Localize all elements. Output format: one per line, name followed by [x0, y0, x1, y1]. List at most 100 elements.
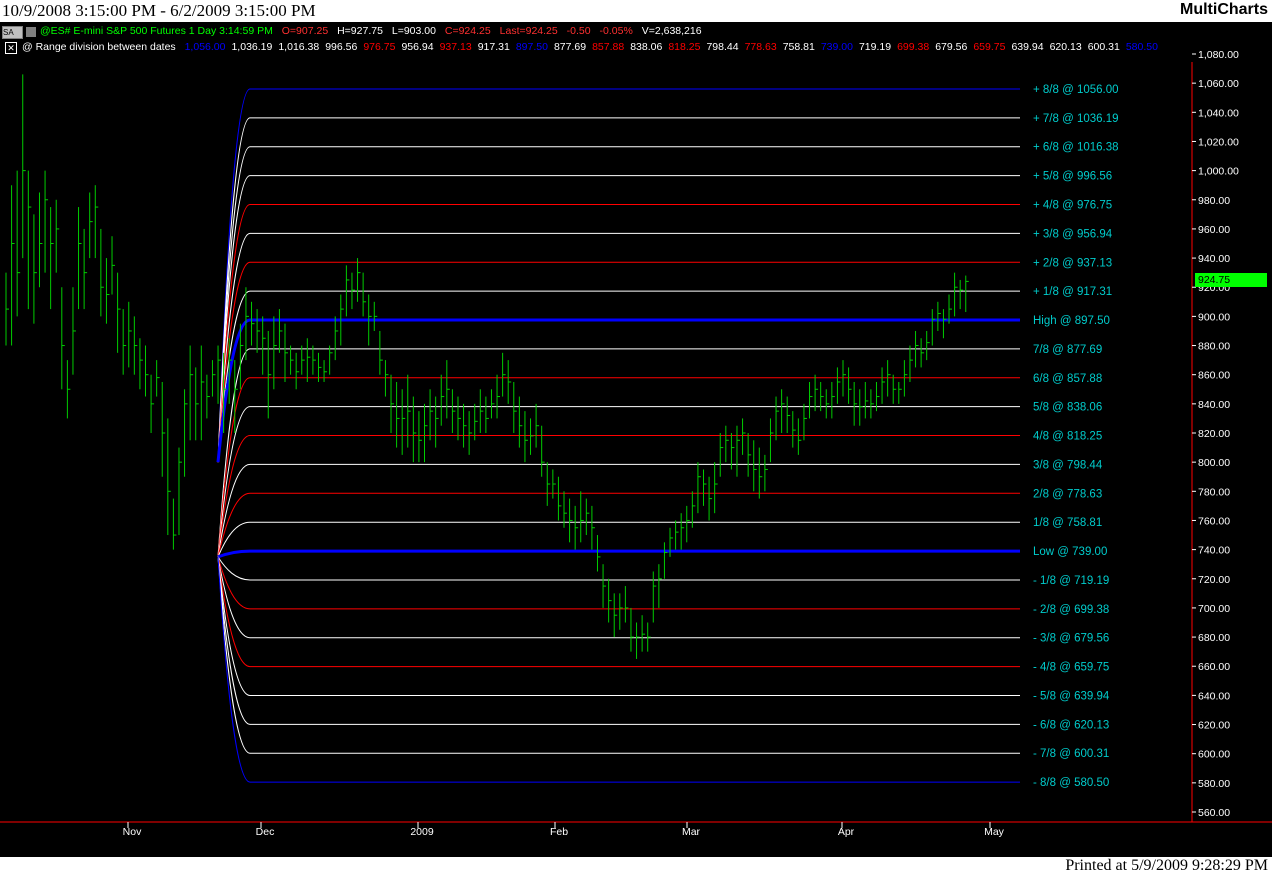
study-value: 778.63 [744, 41, 777, 53]
level-label: Low @ 739.00 [1033, 546, 1107, 558]
y-tick-label: 800.00 [1198, 457, 1230, 469]
y-tick-label: 560.00 [1198, 807, 1230, 819]
y-tick-label: 700.00 [1198, 603, 1230, 615]
y-tick-label: 600.00 [1198, 749, 1230, 761]
chart-svg[interactable]: + 8/8 @ 1056.00 + 7/8 @ 1036.19 + 6/8 @ 10… [0, 22, 1272, 857]
y-tick-label: 900.00 [1198, 311, 1230, 323]
study-value: 956.94 [401, 41, 434, 53]
ohlc-open: O=907.25 [281, 25, 329, 37]
app-name: MultiCharts [1180, 1, 1268, 18]
y-tick-label: 580.00 [1198, 778, 1230, 790]
symbol-dropdown-button[interactable] [26, 27, 36, 37]
y-tick-label: 820.00 [1198, 428, 1230, 440]
level-label: 4/8 @ 818.25 [1033, 431, 1102, 443]
study-value: 679.56 [935, 41, 968, 53]
y-tick-label: 1,040.00 [1198, 107, 1239, 119]
study-value: 838.06 [630, 41, 663, 53]
x-tick-label: Dec [256, 826, 275, 838]
level-label: + 2/8 @ 937.13 [1033, 257, 1112, 269]
ohlc-close: C=924.25 [444, 25, 491, 37]
x-tick-label: Mar [682, 826, 701, 838]
symbol-selector[interactable]: SA [2, 26, 23, 39]
ohlc-high: H=927.75 [337, 25, 383, 37]
level-label: + 5/8 @ 996.56 [1033, 171, 1112, 183]
fan-lines [216, 88, 251, 783]
y-tick-label: 760.00 [1198, 515, 1230, 527]
y-tick-label: 960.00 [1198, 224, 1230, 236]
study-value: 976.75 [363, 41, 396, 53]
study-value: 818.25 [668, 41, 701, 53]
level-label: - 5/8 @ 639.94 [1033, 690, 1110, 702]
study-close-icon[interactable]: ✕ [5, 42, 17, 54]
y-tick-label: 880.00 [1198, 341, 1230, 353]
study-value: 699.38 [897, 41, 930, 53]
level-label: + 8/8 @ 1056.00 [1033, 84, 1119, 96]
y-tick-label: 660.00 [1198, 661, 1230, 673]
instrument-name: @ES# E-mini S&P 500 Futures 1 Day 3:14:5… [40, 25, 273, 37]
x-tick-label: Apr [838, 826, 855, 838]
level-label: - 7/8 @ 600.31 [1033, 748, 1109, 760]
price-bars [5, 74, 969, 659]
chart-area[interactable]: + 8/8 @ 1056.00 + 7/8 @ 1036.19 + 6/8 @ 10… [0, 22, 1272, 857]
level-label: High @ 897.50 [1033, 315, 1110, 327]
footer: Printed at 5/9/2009 9:28:29 PM [0, 857, 1272, 877]
level-label: - 1/8 @ 719.19 [1033, 575, 1109, 587]
study-value: 1,016.38 [278, 41, 320, 53]
fan-curve [217, 556, 251, 581]
y-tick-label: 940.00 [1198, 253, 1230, 265]
study-value: 996.56 [325, 41, 358, 53]
x-tick-label: 2009 [410, 826, 434, 838]
level-label: 2/8 @ 778.63 [1033, 488, 1102, 500]
level-label: 1/8 @ 758.81 [1033, 517, 1102, 529]
y-tick-label: 720.00 [1198, 574, 1230, 586]
y-tick-label: 840.00 [1198, 399, 1230, 411]
y-tick-label: 680.00 [1198, 632, 1230, 644]
study-value: 600.31 [1087, 41, 1120, 53]
level-label: - 6/8 @ 620.13 [1033, 719, 1109, 731]
level-label: + 7/8 @ 1036.19 [1033, 113, 1119, 125]
study-value: 877.69 [553, 41, 587, 53]
study-name: @ Range division between dates [22, 41, 176, 53]
x-tick-label: May [984, 826, 1005, 838]
study-value: 937.13 [439, 41, 472, 53]
level-label: - 2/8 @ 699.38 [1033, 604, 1109, 616]
study-value: 620.13 [1049, 41, 1082, 53]
level-label: + 4/8 @ 976.75 [1033, 200, 1112, 212]
ohlc-change-pct: -0.05% [599, 25, 633, 37]
x-tick-label: Nov [123, 826, 142, 838]
level-label: 7/8 @ 877.69 [1033, 344, 1102, 356]
instrument-header: @ES# E-mini S&P 500 Futures 1 Day 3:14:5… [40, 25, 708, 37]
ohlc-volume: V=2,638,216 [641, 25, 702, 37]
date-range: 10/9/2008 3:15:00 PM - 6/2/2009 3:15:00 … [2, 1, 316, 20]
level-label: - 4/8 @ 659.75 [1033, 662, 1109, 674]
study-value: 857.88 [592, 41, 625, 53]
level-label: 3/8 @ 798.44 [1033, 459, 1103, 471]
study-value: 1,056.00 [184, 41, 226, 53]
fib-levels: + 8/8 @ 1056.00 + 7/8 @ 1036.19 + 6/8 @ 10… [250, 84, 1119, 789]
study-value: 1,036.19 [231, 41, 273, 53]
x-tick-label: Feb [550, 826, 568, 838]
study-value: 758.81 [782, 41, 815, 53]
level-label: 5/8 @ 838.06 [1033, 402, 1102, 414]
study-values: 1,056.00 1,036.19 1,016.38 996.56 976.75 956.… [185, 41, 1164, 53]
study-value: 580.50 [1125, 41, 1158, 53]
study-value: 719.19 [858, 41, 892, 53]
study-value: 739.00 [820, 41, 853, 53]
y-tick-label: 1,000.00 [1198, 166, 1239, 178]
y-tick-label: 860.00 [1198, 370, 1230, 382]
y-tick-label: 1,080.00 [1198, 49, 1239, 61]
ohlc-change: -0.50 [566, 25, 591, 37]
study-value: 917.31 [477, 41, 510, 53]
y-tick-label: 1,020.00 [1198, 136, 1239, 148]
title-bar: 10/9/2008 3:15:00 PM - 6/2/2009 3:15:00 … [0, 0, 1272, 22]
fan-curve [217, 556, 251, 754]
level-label: + 3/8 @ 956.94 [1033, 228, 1113, 240]
study-value: 897.50 [515, 41, 548, 53]
last-price-tag: 924.75 [1195, 273, 1267, 288]
level-label: - 8/8 @ 580.50 [1033, 777, 1109, 789]
study-header: @ Range division between dates 1,056.00 1… [22, 41, 1170, 53]
level-label: + 1/8 @ 917.31 [1033, 286, 1112, 298]
y-tick-label: 620.00 [1198, 720, 1230, 732]
time-axis: Nov Dec 2009 Feb Mar Apr May [123, 822, 1005, 838]
printed-timestamp: Printed at 5/9/2009 9:28:29 PM [1065, 857, 1268, 874]
